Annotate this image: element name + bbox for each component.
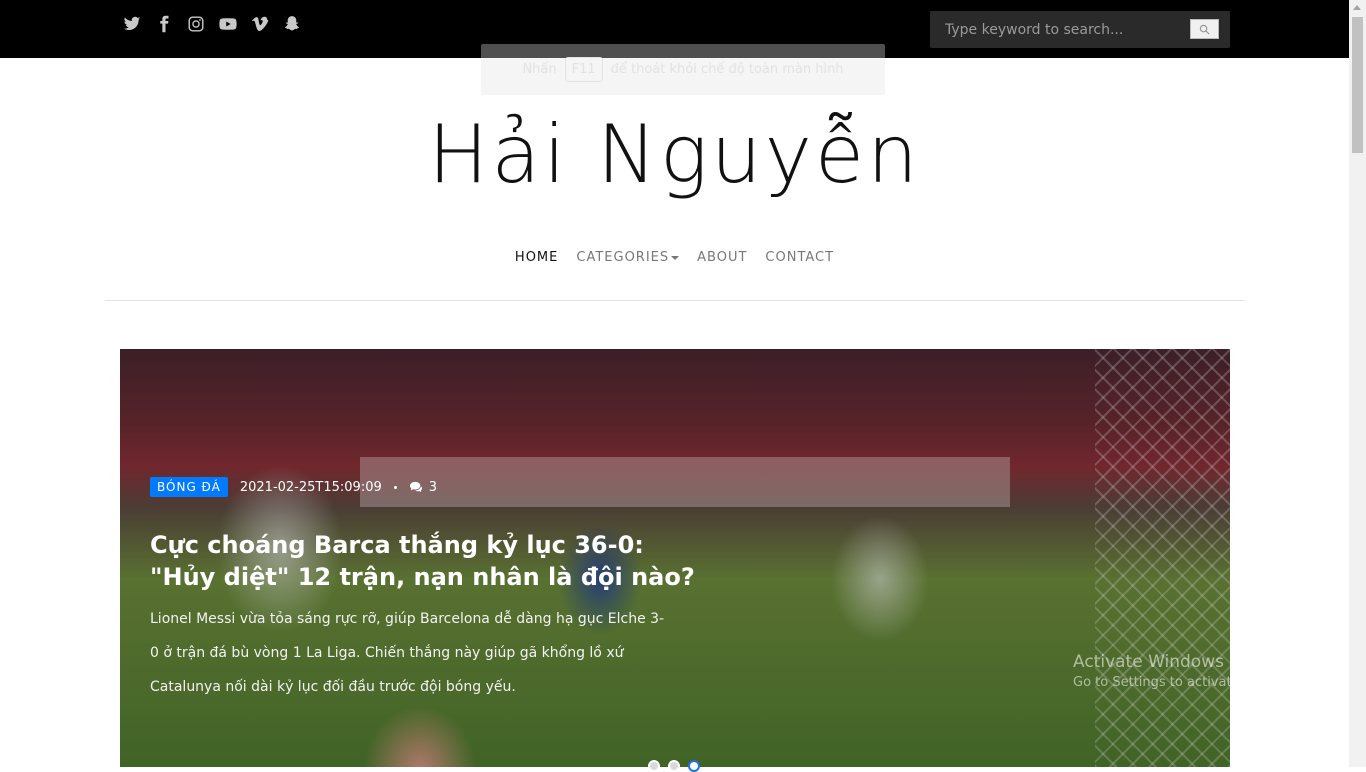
slide-indicator-1[interactable] (648, 760, 660, 772)
category-badge[interactable]: BÓNG ĐÁ (150, 477, 228, 497)
fullscreen-notice-key: F11 (564, 57, 603, 82)
site-logo[interactable]: Hải Nguyễn (0, 100, 1349, 210)
scroll-up-icon[interactable] (1353, 5, 1361, 10)
comments-icon (409, 481, 422, 493)
search-box (930, 11, 1230, 48)
nav-home[interactable]: HOME (515, 250, 558, 265)
slide-indicator-2[interactable] (668, 760, 680, 772)
comment-count-value: 3 (428, 479, 438, 495)
post-date: 2021-02-25T15:09:09 (239, 479, 382, 495)
comment-count: 3 (409, 480, 437, 495)
page-scrollbar[interactable] (1349, 0, 1366, 767)
search-icon (1199, 24, 1210, 35)
youtube-icon[interactable] (218, 14, 238, 34)
nav-categories[interactable]: CATEGORIES (576, 250, 680, 265)
nav-categories-label: CATEGORIES (576, 250, 670, 265)
social-links (122, 14, 302, 34)
search-button[interactable] (1190, 19, 1219, 39)
windows-activation-watermark: Activate Windows Go to Settings to activ… (1073, 652, 1306, 690)
nav-contact[interactable]: CONTACT (765, 250, 834, 265)
instagram-icon[interactable] (186, 14, 206, 34)
caret-down-icon (671, 255, 680, 260)
divider (105, 300, 1245, 301)
vimeo-icon[interactable] (250, 14, 270, 34)
featured-slider[interactable]: BÓNG ĐÁ 2021-02-25T15:09:09 3 Cực choáng… (120, 349, 1230, 767)
post-meta: BÓNG ĐÁ 2021-02-25T15:09:09 3 (150, 477, 437, 497)
nav-about[interactable]: ABOUT (697, 250, 747, 265)
meta-separator (393, 485, 397, 489)
watermark-line-1: Activate Windows (1073, 652, 1224, 672)
facebook-icon[interactable] (154, 14, 174, 34)
slider-indicators (648, 760, 700, 772)
watermark-line-2: Go to Settings to activate Windows. (1073, 675, 1306, 690)
post-excerpt: Lionel Messi vừa tỏa sáng rực rỡ, giúp B… (150, 611, 665, 695)
search-input[interactable] (930, 11, 1185, 48)
main-nav: HOME CATEGORIES ABOUT CONTACT (0, 250, 1349, 265)
scrollbar-thumb[interactable] (1352, 17, 1363, 153)
snapchat-icon[interactable] (282, 14, 302, 34)
twitter-icon[interactable] (122, 14, 142, 34)
fullscreen-notice: Nhấn F11 để thoát khỏi chế độ toàn màn h… (481, 44, 885, 95)
fullscreen-notice-before: Nhấn (522, 62, 557, 77)
slide-indicator-3[interactable] (688, 760, 700, 772)
fullscreen-notice-after: để thoát khỏi chế độ toàn màn hình (610, 62, 844, 77)
post-title[interactable]: Cực choáng Barca thắng kỷ lục 36-0: "Hủy… (150, 529, 710, 593)
